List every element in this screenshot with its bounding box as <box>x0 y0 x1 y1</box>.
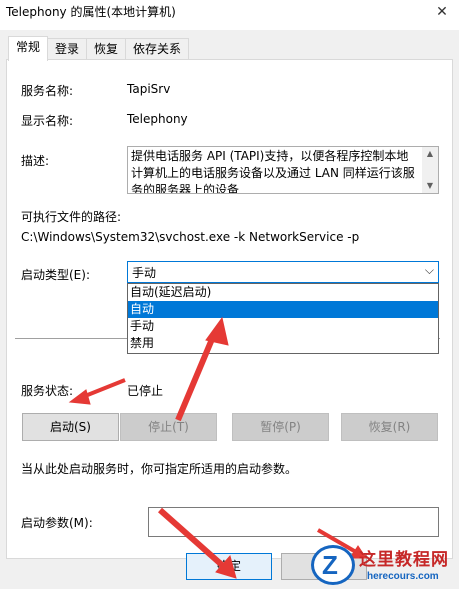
startup-type-value: 手动 <box>132 266 157 280</box>
general-panel: 服务名称: TapiSrv 显示名称: Telephony 描述: 提供电话服务… <box>6 59 453 559</box>
start-button[interactable]: 启动(S) <box>22 413 119 441</box>
stop-button[interactable]: 停止(T) <box>120 413 217 441</box>
status-label: 服务状态: <box>21 384 74 398</box>
watermark-logo-icon: Z <box>311 545 355 585</box>
properties-dialog: 常规 登录 恢复 依存关系 服务名称: TapiSrv 显示名称: Teleph… <box>0 30 459 589</box>
option-disabled[interactable]: 禁用 <box>128 335 438 352</box>
option-manual[interactable]: 手动 <box>128 318 438 335</box>
start-params-input[interactable] <box>148 507 439 537</box>
description-scrollbar[interactable]: ▲ ▼ <box>422 147 438 193</box>
description-box[interactable]: 提供电话服务 API (TAPI)支持，以便各程序控制本地计算机上的电话服务设备… <box>127 146 439 194</box>
chevron-down-icon: ⌵ <box>424 263 434 277</box>
tab-general[interactable]: 常规 <box>8 36 49 61</box>
scroll-up-icon[interactable]: ▲ <box>422 147 438 161</box>
watermark: Z 这里教程网 herecours.com <box>311 541 459 589</box>
display-name-value: Telephony <box>127 112 188 126</box>
tab-recovery[interactable]: 恢复 <box>86 38 127 60</box>
startup-type-select[interactable]: 手动 ⌵ <box>127 261 439 283</box>
tab-logon[interactable]: 登录 <box>47 38 88 60</box>
watermark-cn: 这里教程网 <box>359 550 449 570</box>
description-label: 描述: <box>21 154 50 168</box>
ok-button[interactable]: 确定 <box>186 553 272 580</box>
service-name-value: TapiSrv <box>127 82 171 96</box>
start-params-label: 启动参数(M): <box>21 516 93 530</box>
exe-path-value: C:\Windows\System32\svchost.exe -k Netwo… <box>21 230 360 244</box>
pause-button[interactable]: 暂停(P) <box>232 413 329 441</box>
option-auto-delayed[interactable]: 自动(延迟启动) <box>128 284 438 301</box>
tab-bar: 常规 登录 恢复 依存关系 <box>8 36 190 61</box>
start-params-hint: 当从此处启动服务时，你可指定所适用的启动参数。 <box>21 462 298 476</box>
startup-type-label: 启动类型(E): <box>21 268 90 282</box>
status-value: 已停止 <box>127 384 164 398</box>
close-icon[interactable]: ✕ <box>425 0 459 24</box>
description-text: 提供电话服务 API (TAPI)支持，以便各程序控制本地计算机上的电话服务设备… <box>131 149 415 194</box>
option-auto[interactable]: 自动 <box>128 301 438 318</box>
watermark-en: herecours.com <box>367 571 439 582</box>
watermark-logo-letter: Z <box>322 550 338 580</box>
exe-path-label: 可执行文件的路径: <box>21 210 122 224</box>
title-bar: Telephony 的属性(本地计算机) ✕ <box>0 0 459 30</box>
resume-button[interactable]: 恢复(R) <box>341 413 438 441</box>
scroll-down-icon[interactable]: ▼ <box>422 179 438 193</box>
display-name-label: 显示名称: <box>21 114 74 128</box>
window-title: Telephony 的属性(本地计算机) <box>6 5 176 19</box>
tab-dependencies[interactable]: 依存关系 <box>125 38 190 60</box>
service-name-label: 服务名称: <box>21 84 74 98</box>
startup-type-dropdown[interactable]: 自动(延迟启动) 自动 手动 禁用 <box>127 283 439 354</box>
